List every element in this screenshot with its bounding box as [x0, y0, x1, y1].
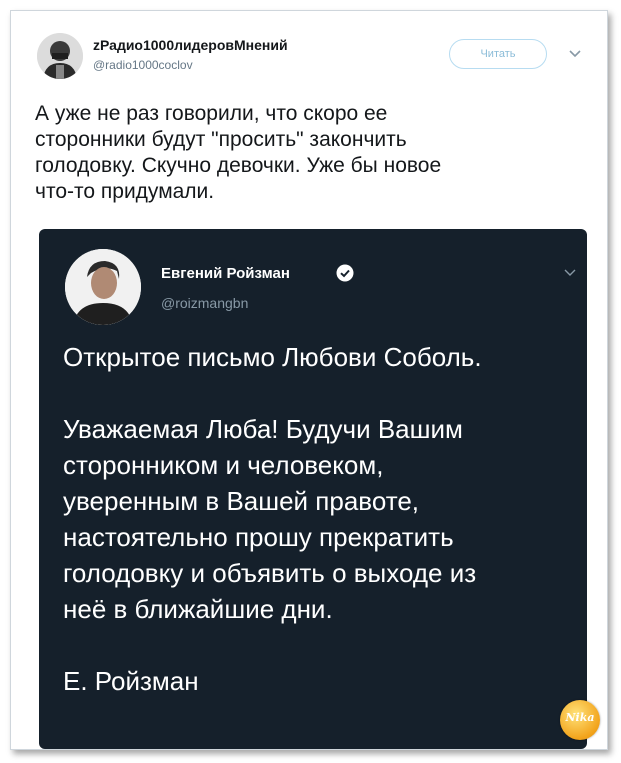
author-name[interactable]: zРадио1000лидеровМнений [93, 37, 288, 53]
watermark-logo: Nika [560, 700, 600, 740]
follow-button[interactable]: Читать [449, 39, 547, 69]
quoted-author-handle[interactable]: @roizmangbn [161, 295, 248, 311]
quoted-tweet-text: Открытое письмо Любови Соболь. Уважаемая… [63, 342, 482, 696]
tweet-card: zРадио1000лидеровМнений @radio1000coclov… [10, 10, 608, 750]
tweet-text: А уже не раз говорили, что скоро ее стор… [35, 102, 442, 203]
author-avatar[interactable] [37, 33, 83, 79]
quoted-tweet[interactable]: Евгений Ройзман @roizmangbn Открытое пис… [39, 229, 587, 749]
author-handle[interactable]: @radio1000coclov [93, 58, 193, 72]
chevron-down-icon[interactable] [567, 45, 583, 61]
verified-badge-icon [336, 264, 354, 282]
quoted-author-name[interactable]: Евгений Ройзман [161, 265, 290, 282]
watermark-text: Nika [565, 711, 595, 724]
quoted-author-avatar[interactable] [65, 249, 141, 325]
chevron-down-icon[interactable] [563, 265, 577, 279]
